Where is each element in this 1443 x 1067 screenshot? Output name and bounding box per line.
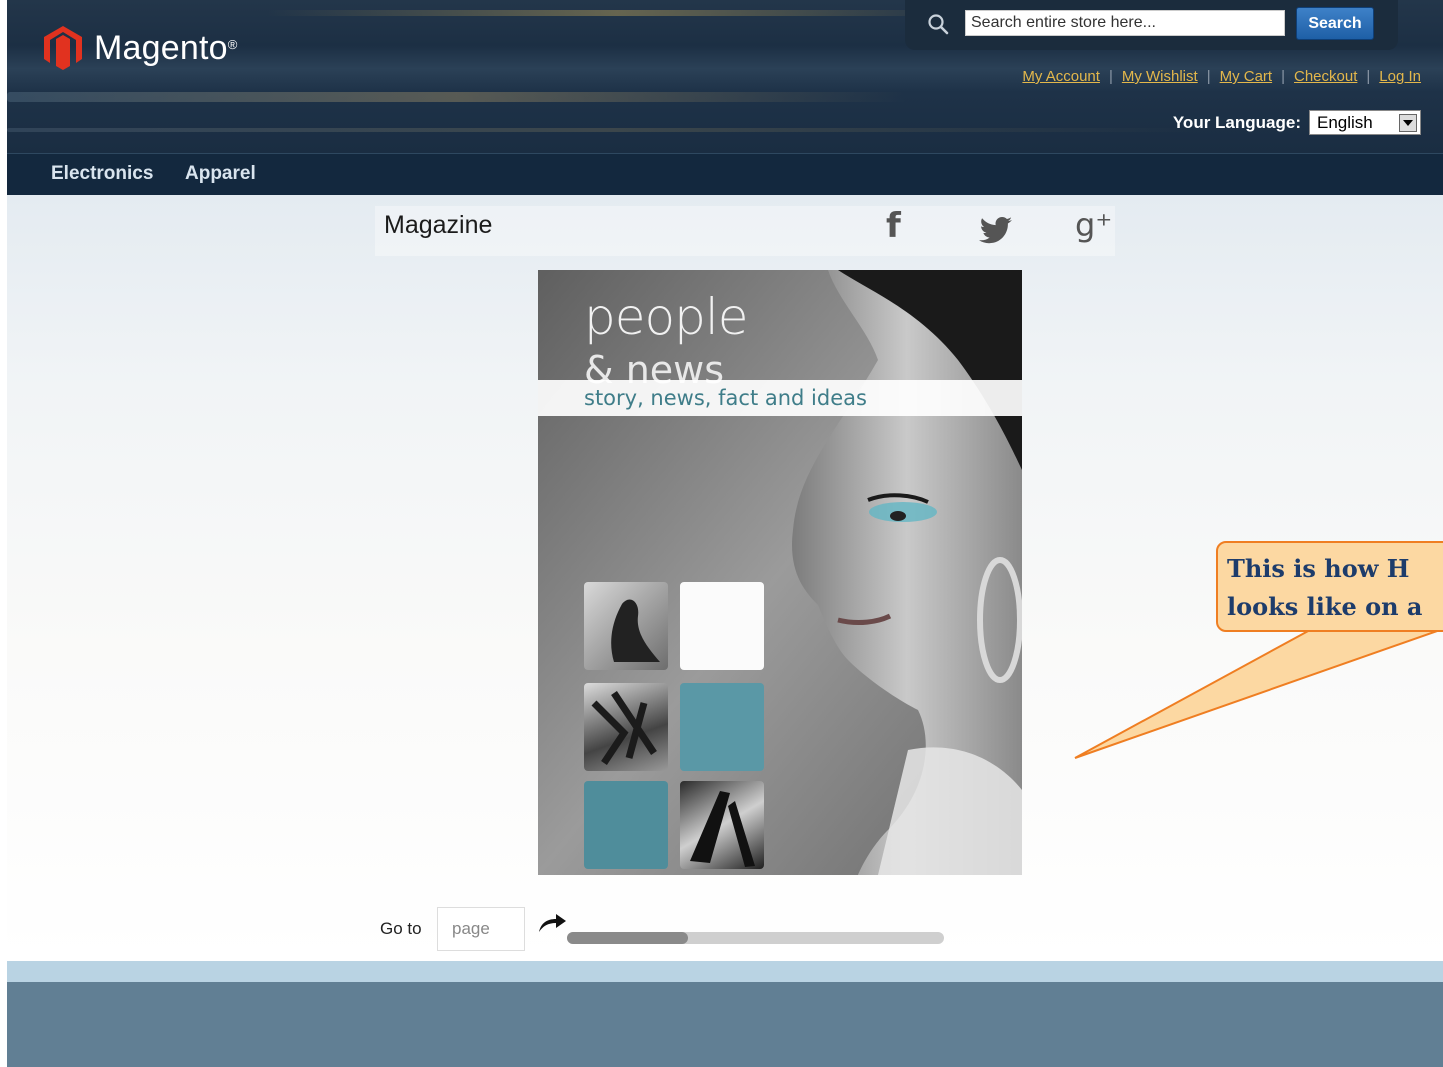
- cover-thumbnail: [584, 683, 668, 771]
- link-separator: |: [1281, 68, 1285, 85]
- callout-text: This is how H looks like on a: [1227, 550, 1443, 626]
- my-cart-link[interactable]: My Cart: [1220, 68, 1273, 85]
- header-decoration: [267, 10, 967, 16]
- scrollbar-thumb[interactable]: [567, 932, 688, 944]
- logo[interactable]: Magento®: [44, 26, 238, 70]
- search-button[interactable]: Search: [1296, 7, 1374, 40]
- cover-tagline: story, news, fact and ideas: [584, 386, 867, 410]
- log-in-link[interactable]: Log In: [1379, 68, 1421, 85]
- page-number-input[interactable]: [437, 907, 525, 951]
- link-separator: |: [1206, 68, 1211, 85]
- link-separator: |: [1108, 68, 1113, 85]
- callout-line: This is how H: [1227, 554, 1410, 583]
- twitter-icon[interactable]: [978, 216, 1014, 246]
- language-select[interactable]: English: [1309, 110, 1421, 135]
- magento-logo-icon: [44, 26, 82, 70]
- cover-thumbnail: [584, 582, 668, 670]
- facebook-icon[interactable]: f: [886, 206, 901, 246]
- google-plus-icon[interactable]: g⁺: [1075, 206, 1112, 244]
- nav-item-electronics[interactable]: Electronics: [51, 163, 153, 185]
- callout-line: looks like on a: [1227, 592, 1423, 621]
- page-title: Magazine: [384, 211, 493, 239]
- my-account-link[interactable]: My Account: [1022, 68, 1100, 85]
- arrow-right-icon[interactable]: [536, 910, 568, 936]
- footer-strip: [7, 961, 1443, 982]
- header-decoration: [7, 128, 1207, 132]
- cover-thumbnail: [680, 582, 764, 670]
- language-switcher: Your Language: English: [1173, 110, 1421, 135]
- header-decoration: [7, 92, 907, 102]
- brand-name: Magento®: [94, 28, 238, 67]
- my-wishlist-link[interactable]: My Wishlist: [1122, 68, 1198, 85]
- checkout-link[interactable]: Checkout: [1294, 68, 1357, 85]
- chevron-down-icon: [1399, 113, 1417, 132]
- goto-label: Go to: [380, 919, 422, 938]
- cover-thumbnail: [680, 781, 764, 869]
- search-box: Search: [905, 0, 1398, 50]
- cover-thumbnail: [680, 683, 764, 771]
- language-selected-value: English: [1317, 112, 1373, 132]
- nav-item-apparel[interactable]: Apparel: [185, 163, 256, 185]
- language-label: Your Language:: [1172, 112, 1301, 132]
- account-links: My Account | My Wishlist | My Cart | Checko…: [1022, 68, 1421, 85]
- footer: [7, 982, 1443, 1067]
- cover-title: people: [584, 288, 748, 346]
- link-separator: |: [1366, 68, 1371, 85]
- page-scrollbar[interactable]: [567, 932, 944, 944]
- main-nav: Electronics Apparel: [7, 153, 1443, 196]
- search-input[interactable]: [965, 10, 1285, 36]
- search-icon: [928, 14, 949, 35]
- cover-thumbnail: [584, 781, 668, 869]
- magazine-cover[interactable]: people & news story, news, fact and idea…: [538, 270, 1022, 875]
